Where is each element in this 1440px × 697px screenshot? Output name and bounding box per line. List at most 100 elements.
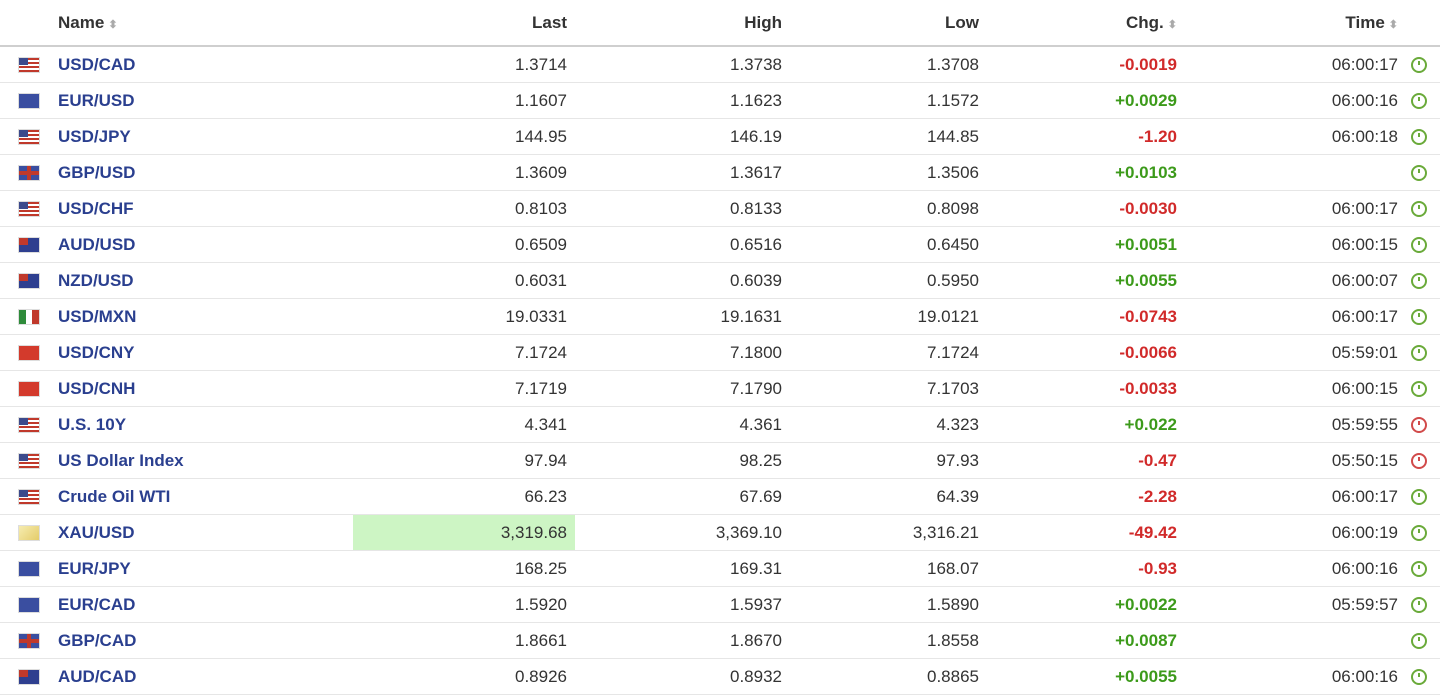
table-row[interactable]: USD/JPY 144.95 146.19 144.85 -1.20 06:00:18: [0, 118, 1440, 155]
low-price: 0.8865: [790, 658, 987, 695]
table-row[interactable]: NZD/USD 0.6031 0.6039 0.5950 +0.0055 06:00:07: [0, 262, 1440, 299]
flag-cell: [0, 550, 58, 587]
low-price: 1.3708: [790, 46, 987, 83]
low-header[interactable]: Low: [790, 0, 987, 47]
instrument-name-link[interactable]: Crude Oil WTI: [58, 478, 353, 515]
flag-cell: [0, 154, 58, 191]
table-row[interactable]: U.S. 10Y 4.341 4.361 4.323 +0.022 05:59:55: [0, 406, 1440, 443]
cn-flag-icon: [18, 345, 40, 362]
us-flag-icon: [18, 57, 40, 74]
table-row[interactable]: USD/CAD 1.3714 1.3738 1.3708 -0.0019 06:00:17: [0, 46, 1440, 83]
time-value: 06:00:18: [1185, 118, 1398, 155]
high-price: 7.1790: [575, 370, 790, 407]
instrument-name-link[interactable]: USD/CNY: [58, 334, 353, 371]
last-price: 3,319.68: [353, 514, 575, 551]
instrument-name-link[interactable]: EUR/JPY: [58, 550, 353, 587]
last-price: 66.23: [353, 478, 575, 515]
clock-icon: [1411, 201, 1427, 218]
high-price: 1.3617: [575, 154, 790, 191]
instrument-name-link[interactable]: EUR/USD: [58, 82, 353, 119]
change-value: -2.28: [987, 478, 1185, 515]
instrument-name-link[interactable]: GBP/CAD: [58, 622, 353, 659]
clock-cell: [1398, 550, 1440, 587]
table-row[interactable]: EUR/USD 1.1607 1.1623 1.1572 +0.0029 06:00:16: [0, 82, 1440, 119]
instrument-name-link[interactable]: AUD/USD: [58, 226, 353, 263]
low-price: 7.1724: [790, 334, 987, 371]
change-value: +0.0022: [987, 586, 1185, 623]
clock-icon: [1411, 525, 1427, 542]
instrument-name-link[interactable]: USD/CNH: [58, 370, 353, 407]
last-price: 1.8661: [353, 622, 575, 659]
time-header[interactable]: Time ⬍: [1185, 0, 1398, 47]
clock-icon: [1411, 93, 1427, 110]
table-row[interactable]: USD/CNH 7.1719 7.1790 7.1703 -0.0033 06:00:15: [0, 370, 1440, 407]
table-row[interactable]: GBP/USD 1.3609 1.3617 1.3506 +0.0103: [0, 154, 1440, 191]
table-row[interactable]: XAU/USD 3,319.68 3,369.10 3,316.21 -49.42 06:…: [0, 514, 1440, 551]
change-value: -0.47: [987, 442, 1185, 479]
instrument-name-link[interactable]: USD/CHF: [58, 190, 353, 227]
clock-icon: [1411, 129, 1427, 146]
high-price: 1.1623: [575, 82, 790, 119]
flag-header: [0, 0, 58, 47]
high-price: 0.6516: [575, 226, 790, 263]
high-header[interactable]: High: [575, 0, 790, 47]
low-price: 1.3506: [790, 154, 987, 191]
clock-cell: [1398, 370, 1440, 407]
low-price: 19.0121: [790, 298, 987, 335]
clock-icon: [1411, 273, 1427, 290]
clock-icon: [1411, 489, 1427, 506]
change-value: -0.0066: [987, 334, 1185, 371]
table-row[interactable]: Crude Oil WTI 66.23 67.69 64.39 -2.28 06:00:1…: [0, 478, 1440, 515]
clock-icon: [1411, 345, 1427, 362]
low-price: 64.39: [790, 478, 987, 515]
clock-cell: [1398, 442, 1440, 479]
last-header[interactable]: Last: [353, 0, 575, 47]
clock-cell: [1398, 658, 1440, 695]
table-row[interactable]: USD/CHF 0.8103 0.8133 0.8098 -0.0030 06:00:17: [0, 190, 1440, 227]
clock-cell: [1398, 334, 1440, 371]
sort-icon: ⬍: [108, 18, 118, 31]
instrument-name-link[interactable]: NZD/USD: [58, 262, 353, 299]
instrument-name-link[interactable]: USD/MXN: [58, 298, 353, 335]
table-row[interactable]: EUR/CAD 1.5920 1.5937 1.5890 +0.0022 05:59:57: [0, 586, 1440, 623]
instrument-name-link[interactable]: USD/CAD: [58, 46, 353, 83]
xau-flag-icon: [18, 525, 40, 542]
clock-header: [1398, 0, 1440, 47]
high-price: 98.25: [575, 442, 790, 479]
instrument-name-link[interactable]: GBP/USD: [58, 154, 353, 191]
time-value: 06:00:15: [1185, 370, 1398, 407]
table-row[interactable]: EUR/JPY 168.25 169.31 168.07 -0.93 06:00:16: [0, 550, 1440, 587]
instrument-name-link[interactable]: US Dollar Index: [58, 442, 353, 479]
flag-cell: [0, 622, 58, 659]
table-row[interactable]: GBP/CAD 1.8661 1.8670 1.8558 +0.0087: [0, 622, 1440, 659]
table-row[interactable]: AUD/CAD 0.8926 0.8932 0.8865 +0.0055 06:00:16: [0, 658, 1440, 695]
chg-header[interactable]: Chg. ⬍: [987, 0, 1185, 47]
last-price: 1.1607: [353, 82, 575, 119]
clock-icon: [1411, 309, 1427, 326]
last-price: 0.8926: [353, 658, 575, 695]
instrument-name-link[interactable]: EUR/CAD: [58, 586, 353, 623]
instrument-name-link[interactable]: USD/JPY: [58, 118, 353, 155]
flag-cell: [0, 658, 58, 695]
low-price: 97.93: [790, 442, 987, 479]
header-row: Name ⬍ Last High Low Chg. ⬍ Time ⬍: [0, 0, 1440, 47]
instrument-name-link[interactable]: U.S. 10Y: [58, 406, 353, 443]
time-value: 05:59:57: [1185, 586, 1398, 623]
clock-icon: [1411, 417, 1427, 434]
table-row[interactable]: AUD/USD 0.6509 0.6516 0.6450 +0.0051 06:00:15: [0, 226, 1440, 263]
change-value: +0.0103: [987, 154, 1185, 191]
au-flag-icon: [18, 237, 40, 254]
time-value: 06:00:17: [1185, 46, 1398, 83]
low-price: 168.07: [790, 550, 987, 587]
sort-icon: ⬍: [1388, 18, 1398, 31]
us-flag-icon: [18, 129, 40, 146]
change-value: -0.0030: [987, 190, 1185, 227]
table-row[interactable]: USD/CNY 7.1724 7.1800 7.1724 -0.0066 05:59:01: [0, 334, 1440, 371]
name-header[interactable]: Name ⬍: [58, 0, 353, 47]
table-row[interactable]: USD/MXN 19.0331 19.1631 19.0121 -0.0743 06:00…: [0, 298, 1440, 335]
flag-cell: [0, 478, 58, 515]
instrument-name-link[interactable]: XAU/USD: [58, 514, 353, 551]
last-price: 1.3714: [353, 46, 575, 83]
table-row[interactable]: US Dollar Index 97.94 98.25 97.93 -0.47 05:50…: [0, 442, 1440, 479]
instrument-name-link[interactable]: AUD/CAD: [58, 658, 353, 695]
